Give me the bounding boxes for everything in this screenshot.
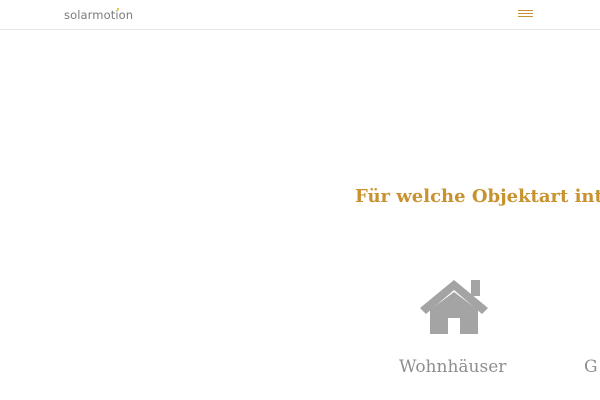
house-icon bbox=[420, 280, 488, 334]
menu-line bbox=[518, 10, 533, 11]
menu-line bbox=[518, 16, 533, 17]
object-type-question: Für welche Objektart inte bbox=[355, 186, 600, 207]
menu-line bbox=[518, 13, 533, 14]
option-label: Wohnhäuser bbox=[399, 357, 507, 377]
option-partial[interactable]: G bbox=[580, 270, 600, 385]
site-header: solarmotion bbox=[0, 0, 600, 30]
hamburger-menu-icon[interactable] bbox=[515, 8, 537, 20]
option-wohnhaeuser[interactable]: Wohnhäuser bbox=[390, 270, 518, 385]
option-label: G bbox=[584, 357, 598, 377]
solarmotion-logo[interactable]: solarmotion bbox=[64, 8, 133, 22]
logo-dot bbox=[117, 8, 119, 10]
